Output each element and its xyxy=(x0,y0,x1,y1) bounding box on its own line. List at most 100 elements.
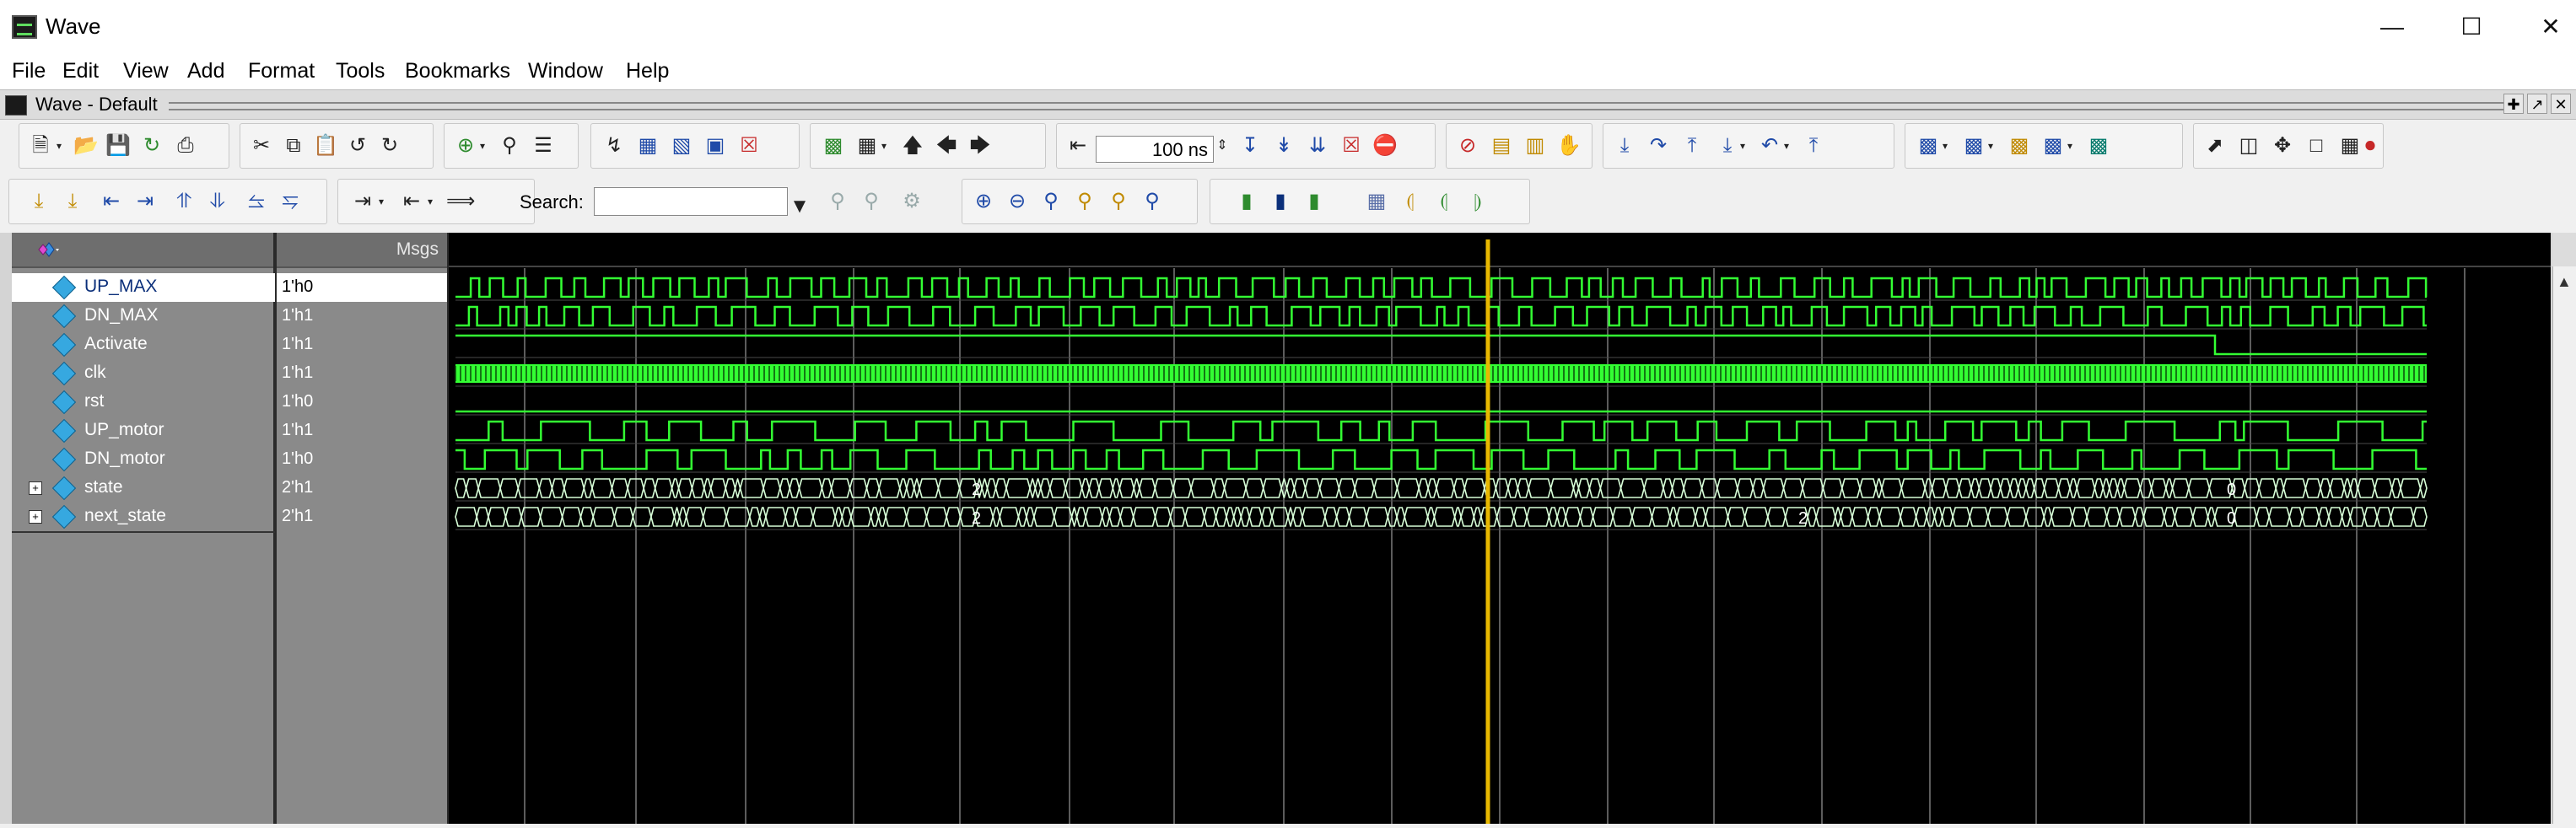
performance-icon[interactable]: ▤ xyxy=(1487,132,1516,160)
zoom-full-icon[interactable]: ⚲ xyxy=(1037,187,1065,216)
reverse-continue-icon[interactable]: ↶ xyxy=(1755,132,1784,160)
minimize-button[interactable]: — xyxy=(2367,8,2417,46)
search-prev-icon[interactable]: ⇥ xyxy=(348,187,377,216)
new-file-icon[interactable]: 🗎 xyxy=(26,132,55,160)
trace-output-icon[interactable]: ▩ xyxy=(2084,132,2113,160)
wave-edge-icon[interactable]: ⦇ xyxy=(1396,187,1425,216)
trace-input-icon[interactable]: ▩ xyxy=(2039,132,2067,160)
trace-icon[interactable]: ▩ xyxy=(2005,132,2034,160)
delete-cursor-icon[interactable]: ⤓ xyxy=(58,187,87,216)
wave-rise-icon[interactable]: ⦇ xyxy=(1430,187,1458,216)
step-out-icon[interactable]: ⤒ xyxy=(1678,132,1706,160)
menu-tools[interactable]: Tools xyxy=(336,59,385,83)
zoom-range-icon[interactable]: ⚲ xyxy=(1138,187,1167,216)
search-dropdown-icon[interactable]: ▼ xyxy=(790,192,810,221)
menu-format[interactable]: Format xyxy=(248,59,315,83)
menu-add[interactable]: Add xyxy=(187,59,224,83)
zoom-cursor-icon[interactable]: ⚲ xyxy=(1070,187,1099,216)
cut-icon[interactable]: ✂ xyxy=(247,132,276,160)
simulate-icon[interactable]: ▣ xyxy=(701,132,730,160)
prev-transition-icon[interactable]: ⥣ xyxy=(170,187,198,216)
env-dropdown-icon[interactable]: ▾ xyxy=(881,132,892,160)
run-length-spinner[interactable]: ⇕ xyxy=(1214,132,1231,160)
wave-block-icon[interactable]: ▮ xyxy=(1266,187,1295,216)
forward-arrow-icon[interactable]: 🡆 xyxy=(966,132,994,160)
dataflow-icon[interactable]: ▩ xyxy=(1914,132,1943,160)
pane-float-button[interactable]: ✚ xyxy=(2503,94,2524,114)
signal-row-next-state[interactable]: + next_state xyxy=(12,503,275,533)
undo-icon[interactable]: ↺ xyxy=(343,132,372,160)
hierarchy-icon[interactable]: ▩ xyxy=(819,132,848,160)
scroll-up-arrow-icon[interactable]: ▲ xyxy=(2557,273,2572,291)
wave-fall-icon[interactable]: ⦈ xyxy=(1463,187,1492,216)
search-prev-dropdown-icon[interactable]: ▾ xyxy=(379,187,389,216)
redo-icon[interactable]: ↻ xyxy=(375,132,404,160)
add-dropdown-icon[interactable]: ▾ xyxy=(480,132,490,160)
signal-row-dn-motor[interactable]: DN_motor xyxy=(12,445,275,474)
zoom-cursors-icon[interactable]: ⚲ xyxy=(1104,187,1133,216)
signal-row-state[interactable]: + state xyxy=(12,474,275,503)
select-mode-icon[interactable]: ⬈ xyxy=(2201,132,2229,160)
menu-file[interactable]: File xyxy=(12,59,46,83)
wave-grid-icon[interactable]: ▦ xyxy=(1362,187,1391,216)
search-input[interactable] xyxy=(594,187,788,216)
search-go-icon[interactable]: ⚲ xyxy=(823,187,852,216)
memory-profile-icon[interactable]: ▥ xyxy=(1521,132,1549,160)
run-all-icon[interactable]: ⇊ xyxy=(1303,132,1332,160)
vertical-scrollbar[interactable]: ▲ xyxy=(2552,266,2576,824)
step-into-icon[interactable]: ⤓ xyxy=(1610,132,1639,160)
search-options-icon[interactable]: ⟹ xyxy=(446,187,475,216)
next-transition-icon[interactable]: ⥥ xyxy=(203,187,232,216)
save-icon[interactable]: 💾 xyxy=(104,132,132,160)
search-next-icon[interactable]: ⇤ xyxy=(397,187,426,216)
new-dropdown-icon[interactable]: ▾ xyxy=(57,132,67,160)
zoom-out-icon[interactable]: ⊖ xyxy=(1003,187,1032,216)
search-settings-icon[interactable]: ⚙ xyxy=(897,187,926,216)
step-over-icon[interactable]: ↷ xyxy=(1644,132,1673,160)
stop-light-icon[interactable]: ⏺ xyxy=(2359,132,2381,160)
signal-row-up-max[interactable]: UP_MAX xyxy=(12,273,275,302)
zoom-in-icon[interactable]: ⊕ xyxy=(969,187,998,216)
up-arrow-icon[interactable]: 🡅 xyxy=(898,132,927,160)
pane-drag-grip[interactable] xyxy=(169,102,2505,110)
find-icon[interactable]: ⚲ xyxy=(495,132,524,160)
copy-icon[interactable]: ⧉ xyxy=(279,132,308,160)
find-falling-icon[interactable]: ⥦ xyxy=(242,187,271,216)
open-folder-icon[interactable]: 📂 xyxy=(72,132,100,160)
expand-icon[interactable]: + xyxy=(29,481,42,495)
waveform-canvas[interactable]: 2 0 2 2 0 xyxy=(449,233,2551,824)
stop-icon[interactable]: ⛔ xyxy=(1371,132,1399,160)
menu-edit[interactable]: Edit xyxy=(62,59,99,83)
find-rising-icon[interactable]: ⥧ xyxy=(276,187,304,216)
signal-row-clk[interactable]: clk xyxy=(12,359,275,388)
step-back-dropdown-icon[interactable]: ▾ xyxy=(1740,132,1750,160)
menu-window[interactable]: Window xyxy=(528,59,603,83)
menu-help[interactable]: Help xyxy=(626,59,669,83)
trace-dropdown-icon[interactable]: ▾ xyxy=(2067,132,2078,160)
prev-edge-icon[interactable]: ⇤ xyxy=(97,187,126,216)
add-icon[interactable]: ⊕ xyxy=(451,132,480,160)
pane-undock-button[interactable]: ↗ xyxy=(2527,94,2547,114)
continue-icon[interactable]: ↡ xyxy=(1269,132,1298,160)
pan-mode-icon[interactable]: ✥ xyxy=(2268,132,2297,160)
expand-icon[interactable]: + xyxy=(29,510,42,524)
signal-group-icon[interactable] xyxy=(37,239,61,260)
menu-bookmarks[interactable]: Bookmarks xyxy=(405,59,510,83)
insert-cursor-icon[interactable]: ⤓ xyxy=(24,187,53,216)
hand-icon[interactable]: ✋ xyxy=(1555,132,1583,160)
search-next-dropdown-icon[interactable]: ▾ xyxy=(428,187,438,216)
dataflow-dropdown-icon[interactable]: ▾ xyxy=(1943,132,1953,160)
menu-view[interactable]: View xyxy=(123,59,169,83)
cursor-mode-icon[interactable]: □ xyxy=(2302,132,2331,160)
break-icon[interactable]: ☒ xyxy=(735,132,763,160)
reload-icon[interactable]: ↻ xyxy=(137,132,166,160)
restart-icon[interactable]: ⇤ xyxy=(1064,132,1092,160)
run-length-input[interactable]: 100 ns xyxy=(1096,136,1214,163)
signal-row-up-motor[interactable]: UP_motor xyxy=(12,417,275,445)
memory-icon[interactable]: ▧ xyxy=(667,132,696,160)
search-all-icon[interactable]: ⚲ xyxy=(857,187,886,216)
env-icon[interactable]: ▦ xyxy=(853,132,881,160)
waveform-pane[interactable]: 2 0 2 2 0 xyxy=(449,233,2551,824)
compile-icon[interactable]: ↯ xyxy=(600,132,628,160)
clear-breakpoints-icon[interactable]: ⊘ xyxy=(1453,132,1482,160)
